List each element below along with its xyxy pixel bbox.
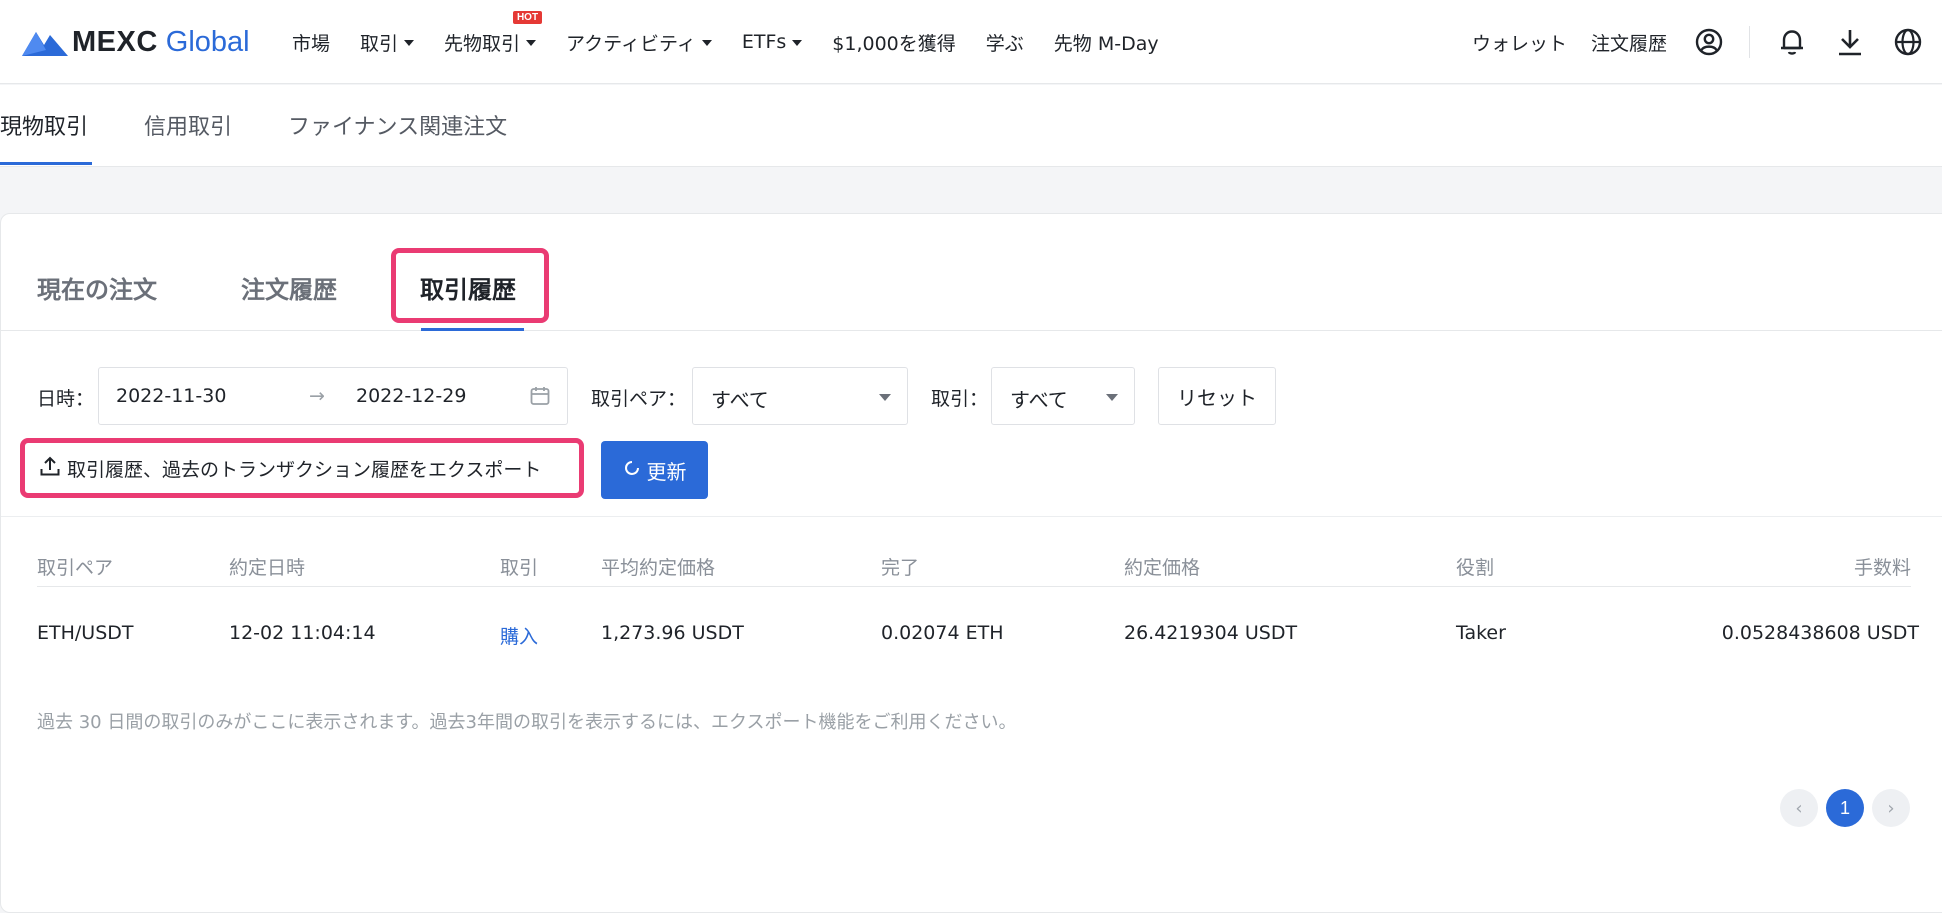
col-avg-price: 平均約定価格 [601,557,716,579]
nav-item-label: 先物 M-Day [1053,32,1159,55]
date-label: 日時： [37,388,95,410]
prev-page-button[interactable]: ‹ [1780,789,1818,827]
col-total: 約定価格 [1124,557,1201,579]
tab-order-history[interactable]: 注文履歴 [241,270,337,305]
side-select[interactable]: すべて [991,367,1135,425]
chevron-down-icon [792,40,803,46]
side-select-value: すべて [1010,388,1068,412]
cell-role: Taker [1456,622,1506,644]
nav-divider [1749,26,1750,58]
col-time: 約定日時 [229,557,306,579]
chevron-down-icon [526,40,537,46]
highlight-box [391,248,549,323]
page-1-button[interactable]: 1 [1826,789,1864,827]
mexc-mountain-icon [22,32,68,56]
nav-item-etfs[interactable]: ETFs [741,31,803,53]
download-icon[interactable] [1834,26,1866,58]
nav-item-label: 先物取引 [444,32,521,55]
order-history-link[interactable]: 注文履歴 [1591,29,1667,56]
nav-item-label: 学ぶ [985,32,1024,55]
side-label: 取引： [931,388,989,410]
nav-item-label: 市場 [292,32,331,55]
nav-item-mday[interactable]: 先物 M-Day [1054,29,1159,56]
refresh-icon [623,458,641,482]
next-page-button[interactable]: › [1872,789,1910,827]
nav-item-label: 取引 [360,32,399,55]
nav-item-trade[interactable]: 取引 [360,29,415,56]
cell-pair: ETH/USDT [37,622,134,644]
brand-suffix: Global [165,25,250,58]
date-from[interactable]: 2022-11-30 [116,385,226,407]
nav-item-earn[interactable]: $1,000を獲得 [832,29,955,56]
bell-icon[interactable] [1776,26,1808,58]
calendar-icon [529,385,551,411]
hot-badge: HOT [512,10,543,24]
cell-total: 26.4219304 USDT [1124,622,1298,644]
section-divider [1,516,1942,517]
chevron-down-icon [1106,394,1118,401]
wallet-link[interactable]: ウォレット [1472,29,1567,56]
pair-select-value: すべて [711,388,769,412]
reset-button[interactable]: リセット [1158,367,1276,425]
order-tabs: 現在の注文 注文履歴 取引履歴 [1,214,1942,331]
chevron-down-icon [404,40,415,46]
pair-label: 取引ペア： [591,388,687,410]
cell-side: 購入 [500,626,539,648]
cell-filled: 0.02074 ETH [881,622,1004,644]
active-tab-underline [421,328,524,331]
user-icon[interactable] [1693,26,1725,58]
cell-avg-price: 1,273.96 USDT [601,622,744,644]
export-button[interactable]: 取引履歴、過去のトランザクション履歴をエクスポート [20,438,584,498]
arrow-right-icon: → [309,385,325,407]
nav-item-label: $1,000を獲得 [832,32,956,55]
chevron-down-icon [879,394,891,401]
mexc-logo[interactable]: MEXC Global [20,22,250,62]
orders-card: 現在の注文 注文履歴 取引履歴 日時： 2022-11-30 → 2022-12… [0,213,1942,913]
nav-item-futures[interactable]: 先物取引 HOT [444,10,543,56]
tab-spot[interactable]: 現物取引 [0,109,88,141]
nav-right: ウォレット 注文履歴 [1448,0,1924,84]
nav-item-label: ETFs [741,31,787,53]
nav-item-label: アクティビティ [566,32,696,55]
col-pair: 取引ペア [37,557,114,579]
tab-open-orders[interactable]: 現在の注文 [37,270,157,305]
col-fee: 手数料 [1853,557,1911,579]
col-role: 役割 [1456,557,1495,579]
trade-type-tabs: 現物取引 信用取引 ファイナンス関連注文 [0,85,1942,167]
date-to[interactable]: 2022-12-29 [356,385,466,407]
col-side: 取引 [500,557,539,579]
cell-fee: 0.0528438608 USDT [1721,622,1919,644]
date-range-picker[interactable]: 2022-11-30 → 2022-12-29 [98,367,568,425]
refresh-label: 更新 [646,459,687,484]
nav-item-market[interactable]: 市場 [292,29,330,56]
export-label: 取引履歴、過去のトランザクション履歴をエクスポート [67,458,542,481]
tab-margin[interactable]: 信用取引 [144,109,232,141]
brand-name: MEXC [72,25,158,58]
history-note: 過去 30 日間の取引のみがここに表示されます。過去3年間の取引を表示するには、… [37,712,1017,733]
nav-item-activity[interactable]: アクティビティ [566,29,712,56]
refresh-button[interactable]: 更新 [601,441,708,499]
main-menu: 市場 取引 先物取引 HOT アクティビティ ETFs $1,000を獲得 学ぶ … [292,0,1189,84]
col-filled: 完了 [881,557,920,579]
nav-item-learn[interactable]: 学ぶ [986,29,1024,56]
upload-icon [39,455,61,481]
cell-time: 12-02 11:04:14 [229,622,376,644]
tab-finance-orders[interactable]: ファイナンス関連注文 [288,109,507,141]
top-navigation: MEXC Global 市場 取引 先物取引 HOT アクティビティ ETFs $… [0,0,1942,84]
globe-icon[interactable] [1892,26,1924,58]
header-divider [37,586,1911,587]
chevron-down-icon [701,40,712,46]
active-tab-underline [0,162,92,165]
pair-select[interactable]: すべて [692,367,908,425]
